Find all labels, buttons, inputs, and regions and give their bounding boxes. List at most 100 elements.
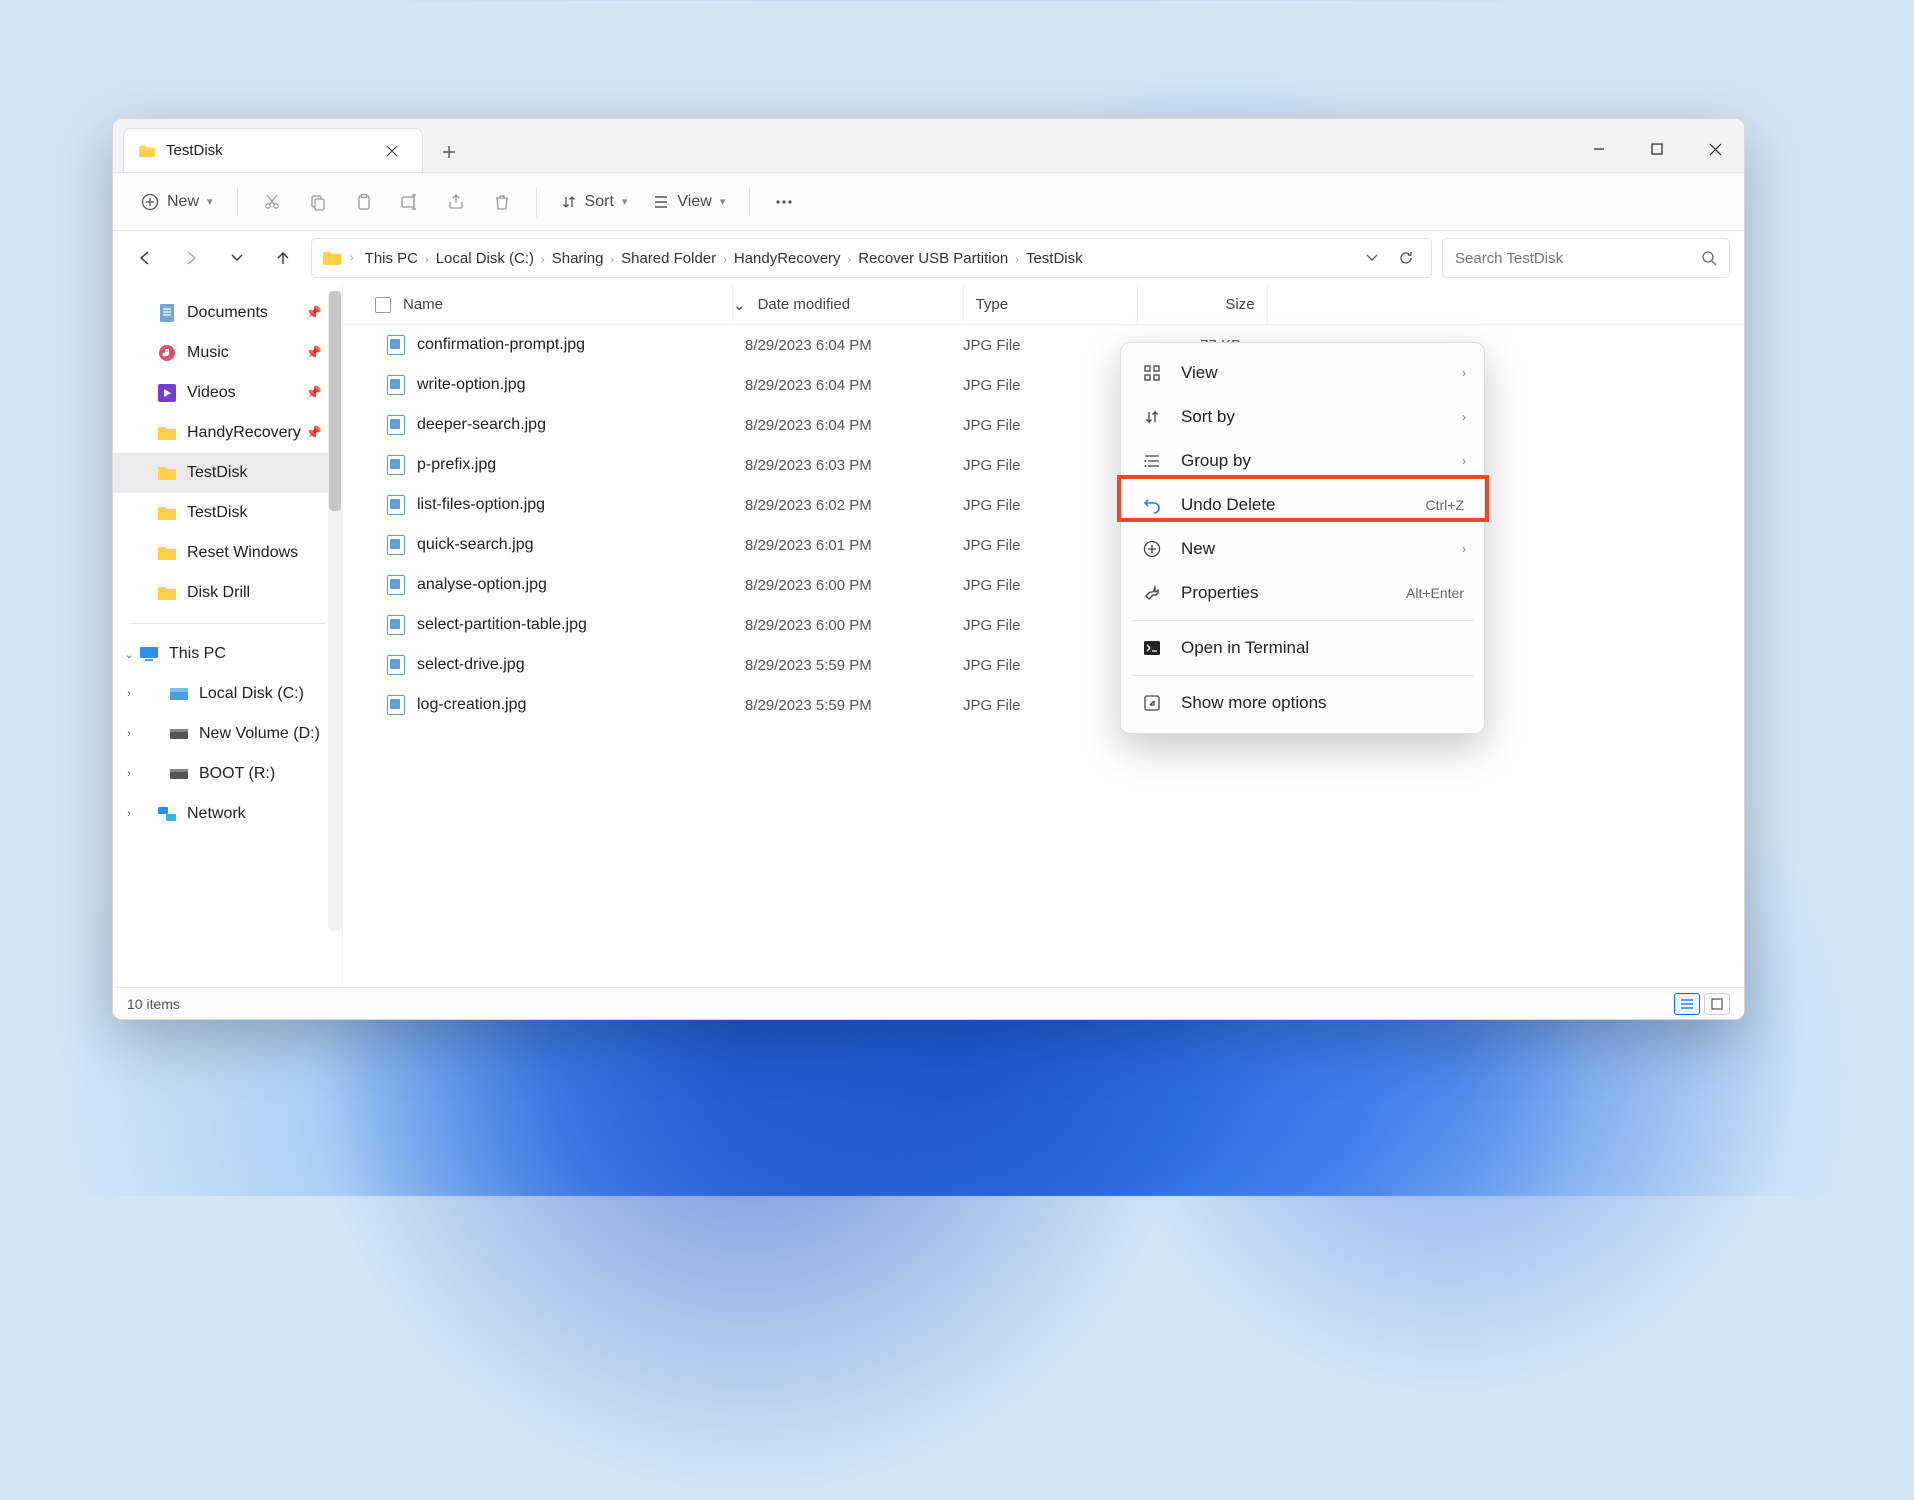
delete-button[interactable]	[482, 183, 522, 221]
select-all-checkbox[interactable]	[375, 297, 391, 313]
file-row[interactable]: select-partition-table.jpg 8/29/2023 6:0…	[343, 605, 1744, 645]
large-icons-view-button[interactable]	[1704, 993, 1730, 1015]
sidebar-scrollbar-thumb[interactable]	[329, 291, 341, 511]
ctx-show more options[interactable]: Show more options	[1121, 681, 1484, 725]
drive-icon	[169, 725, 189, 743]
column-size[interactable]: Size	[1138, 285, 1268, 324]
file-row[interactable]: deeper-search.jpg 8/29/2023 6:04 PM JPG …	[343, 405, 1744, 445]
grid-icon	[1711, 998, 1723, 1010]
ctx-item-label: Undo Delete	[1181, 495, 1276, 515]
chevron-right-icon: ›	[1462, 366, 1466, 380]
new-icon	[141, 193, 159, 211]
back-button[interactable]	[127, 240, 163, 276]
image-file-icon	[387, 415, 405, 435]
breadcrumb-segment[interactable]: HandyRecovery	[731, 247, 844, 270]
image-file-icon	[387, 335, 405, 355]
ctx-open in terminal[interactable]: Open in Terminal	[1121, 626, 1484, 670]
sidebar-item-disk drill[interactable]: Disk Drill	[113, 573, 342, 613]
group-icon	[1141, 450, 1163, 472]
ctx-view[interactable]: View ›	[1121, 351, 1484, 395]
cut-button[interactable]	[252, 183, 292, 221]
sidebar-item-testdisk[interactable]: TestDisk	[113, 493, 342, 533]
ctx-new[interactable]: New ›	[1121, 527, 1484, 571]
sidebar-item-label: Local Disk (C:)	[199, 685, 304, 703]
details-view-button[interactable]	[1674, 993, 1700, 1015]
refresh-button[interactable]	[1391, 243, 1421, 273]
sidebar-drive[interactable]: › New Volume (D:)	[113, 714, 342, 754]
address-history-button[interactable]	[1357, 243, 1387, 273]
ctx-properties[interactable]: Properties Alt+Enter	[1121, 571, 1484, 615]
ctx-sort by[interactable]: Sort by ›	[1121, 395, 1484, 439]
plus-icon	[1141, 538, 1163, 560]
sidebar-item-testdisk[interactable]: TestDisk	[113, 453, 342, 493]
new-button[interactable]: New ▾	[131, 183, 223, 221]
sidebar-this-pc[interactable]: ⌄ This PC	[113, 634, 342, 674]
share-button[interactable]	[436, 183, 476, 221]
sidebar-item-videos[interactable]: Videos 📌	[113, 373, 342, 413]
file-row[interactable]: confirmation-prompt.jpg 8/29/2023 6:04 P…	[343, 325, 1744, 365]
tab-close-button[interactable]	[378, 137, 406, 165]
view-button[interactable]: View ▾	[643, 183, 735, 221]
sidebar-item-documents[interactable]: Documents 📌	[113, 293, 342, 333]
arrow-left-icon	[137, 250, 153, 266]
file-name: write-option.jpg	[417, 376, 526, 394]
file-row[interactable]: select-drive.jpg 8/29/2023 5:59 PM JPG F…	[343, 645, 1744, 685]
file-row[interactable]: quick-search.jpg 8/29/2023 6:01 PM JPG F…	[343, 525, 1744, 565]
column-type[interactable]: Type	[964, 285, 1138, 324]
breadcrumb-segment[interactable]: Recover USB Partition	[855, 247, 1011, 270]
new-tab-button[interactable]	[429, 132, 469, 172]
sidebar-item-reset windows[interactable]: Reset Windows	[113, 533, 342, 573]
forward-button[interactable]	[173, 240, 209, 276]
file-name: list-files-option.jpg	[417, 496, 545, 514]
sidebar: Documents 📌 Music 📌 Videos 📌 HandyRecove…	[113, 285, 343, 987]
file-listing: Name ⌄ Date modified Type Size confirmat…	[343, 285, 1744, 987]
breadcrumb: This PC›Local Disk (C:)›Sharing›Shared F…	[362, 250, 1086, 267]
copy-button[interactable]	[298, 183, 338, 221]
video-icon	[157, 384, 177, 402]
ctx-shortcut: Alt+Enter	[1406, 585, 1464, 601]
file-date: 8/29/2023 6:00 PM	[733, 577, 951, 594]
search-input[interactable]	[1455, 250, 1693, 267]
breadcrumb-segment[interactable]: Shared Folder	[618, 247, 719, 270]
up-button[interactable]	[265, 240, 301, 276]
sidebar-network[interactable]: › Network	[113, 794, 342, 834]
breadcrumb-segment[interactable]: TestDisk	[1023, 247, 1086, 270]
close-window-button[interactable]	[1686, 126, 1744, 172]
sidebar-drive[interactable]: › Local Disk (C:)	[113, 674, 342, 714]
minimize-button[interactable]	[1570, 126, 1628, 172]
image-file-icon	[387, 535, 405, 555]
paste-button[interactable]	[344, 183, 384, 221]
address-bar[interactable]: › This PC›Local Disk (C:)›Sharing›Shared…	[311, 238, 1432, 278]
file-row[interactable]: p-prefix.jpg 8/29/2023 6:03 PM JPG File	[343, 445, 1744, 485]
file-row[interactable]: analyse-option.jpg 8/29/2023 6:00 PM JPG…	[343, 565, 1744, 605]
plus-icon	[442, 145, 456, 159]
ctx-undo delete[interactable]: Undo Delete Ctrl+Z	[1121, 483, 1484, 527]
arrow-right-icon	[183, 250, 199, 266]
file-name: select-drive.jpg	[417, 656, 525, 674]
file-row[interactable]: write-option.jpg 8/29/2023 6:04 PM JPG F…	[343, 365, 1744, 405]
breadcrumb-segment[interactable]: Local Disk (C:)	[433, 247, 537, 270]
breadcrumb-segment[interactable]: This PC	[362, 247, 421, 270]
recent-button[interactable]	[219, 240, 255, 276]
pin-icon: 📌	[306, 425, 322, 441]
sidebar-item-handyrecovery[interactable]: HandyRecovery 📌	[113, 413, 342, 453]
sidebar-item-music[interactable]: Music 📌	[113, 333, 342, 373]
explorer-window: TestDisk New ▾ Sort ▾	[112, 118, 1745, 1020]
file-row[interactable]: log-creation.jpg 8/29/2023 5:59 PM JPG F…	[343, 685, 1744, 725]
maximize-button[interactable]	[1628, 126, 1686, 172]
rename-icon	[400, 193, 420, 211]
column-name[interactable]: Name	[343, 285, 733, 324]
chevron-down-icon: ▾	[720, 195, 726, 208]
ctx-group by[interactable]: Group by ›	[1121, 439, 1484, 483]
file-type: JPG File	[951, 537, 1125, 554]
rename-button[interactable]	[390, 183, 430, 221]
tab-testdisk[interactable]: TestDisk	[123, 128, 423, 172]
more-button[interactable]	[764, 183, 804, 221]
sidebar-drive[interactable]: › BOOT (R:)	[113, 754, 342, 794]
column-date[interactable]: Date modified	[746, 285, 964, 324]
sort-button[interactable]: Sort ▾	[551, 183, 638, 221]
breadcrumb-segment[interactable]: Sharing	[549, 247, 607, 270]
search-box[interactable]	[1442, 238, 1730, 278]
chevron-down-icon: ⌄	[121, 648, 137, 661]
file-row[interactable]: list-files-option.jpg 8/29/2023 6:02 PM …	[343, 485, 1744, 525]
